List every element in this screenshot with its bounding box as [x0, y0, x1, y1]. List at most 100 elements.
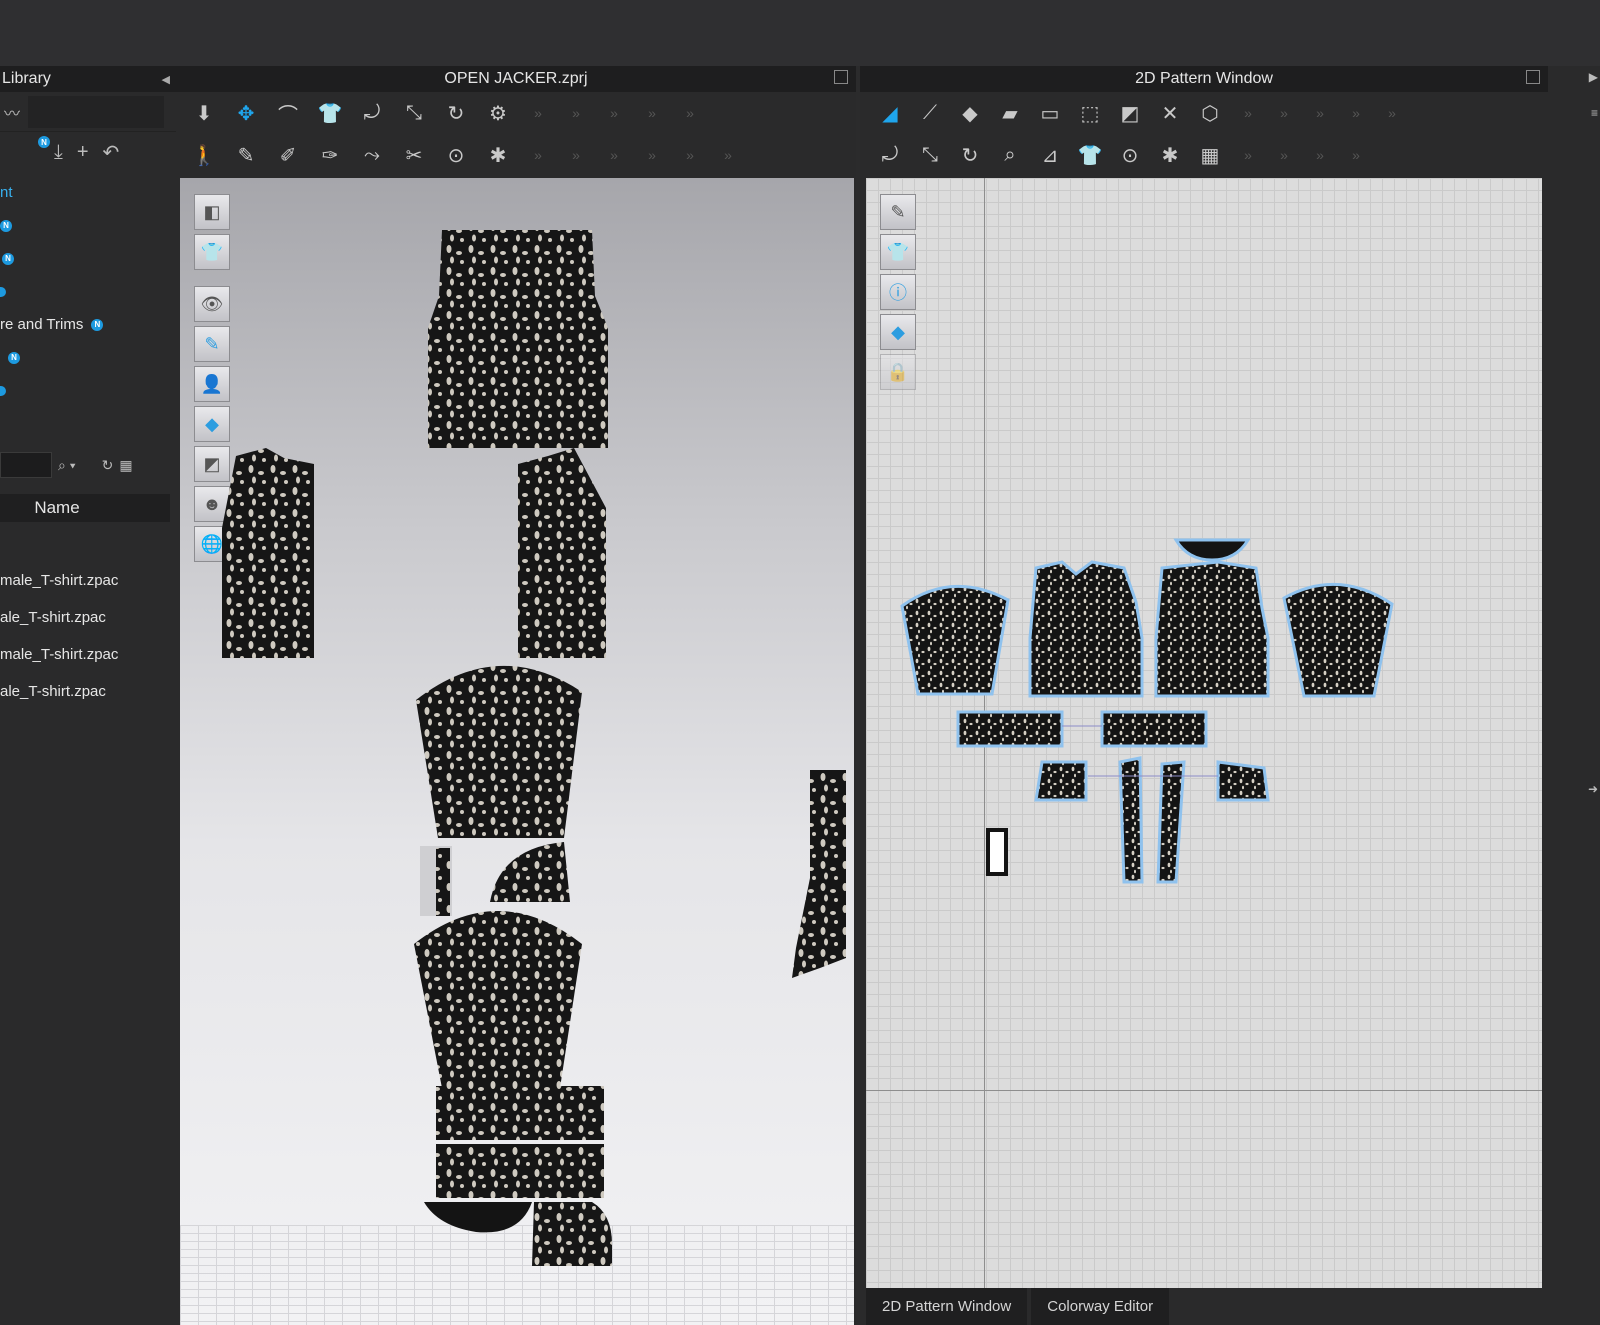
- edge-strip-piece[interactable]: [792, 770, 846, 978]
- transform-pattern-icon[interactable]: ◢: [874, 97, 906, 129]
- iron-icon[interactable]: ⊿: [1034, 139, 1066, 171]
- select-icon[interactable]: ⌒: [272, 97, 304, 129]
- list-item[interactable]: male_T-shirt.zpac: [0, 562, 176, 599]
- dart-icon[interactable]: ◩: [1114, 97, 1146, 129]
- refresh-icon[interactable]: ↻: [102, 457, 114, 474]
- more-icon[interactable]: »: [676, 147, 704, 163]
- tree-item[interactable]: N: [0, 242, 176, 275]
- more-icon[interactable]: »: [524, 147, 552, 163]
- left-front-piece[interactable]: [222, 448, 314, 658]
- label-pattern[interactable]: [986, 828, 1008, 876]
- tree-item[interactable]: [0, 275, 176, 308]
- library-path-field[interactable]: [28, 95, 165, 128]
- collapse-left-icon[interactable]: ◀: [162, 73, 170, 86]
- tab-2d-pattern-window[interactable]: 2D Pattern Window: [866, 1288, 1028, 1325]
- list-item[interactable]: ale_T-shirt.zpac: [0, 673, 176, 710]
- cuff-piece[interactable]: [532, 1202, 612, 1266]
- sewing-machine-icon[interactable]: ⚙: [482, 97, 514, 129]
- internal-rectangle-icon[interactable]: ⬚: [1074, 97, 1106, 129]
- more-icon[interactable]: »: [1270, 105, 1298, 121]
- name-column-header[interactable]: Name: [0, 494, 170, 522]
- sleeve-piece-lower[interactable]: [414, 911, 582, 1088]
- more-icon[interactable]: »: [638, 147, 666, 163]
- placket-pattern-right[interactable]: [1156, 760, 1186, 884]
- download-icon[interactable]: ⤓: [54, 141, 63, 164]
- list-item[interactable]: male_T-shirt.zpac: [0, 636, 176, 673]
- button-icon[interactable]: ⊙: [440, 139, 472, 171]
- more-icon[interactable]: »: [638, 105, 666, 121]
- pocket-pattern-right[interactable]: [1216, 760, 1270, 802]
- add-icon[interactable]: +: [77, 141, 89, 164]
- add-point-icon[interactable]: ◆: [954, 97, 986, 129]
- menu-icon[interactable]: ≡: [1591, 106, 1598, 120]
- pen-icon[interactable]: ✑: [314, 139, 346, 171]
- zoom-pattern-icon[interactable]: ⌕: [994, 139, 1026, 171]
- more-icon[interactable]: »: [600, 147, 628, 163]
- left-sleeve-pattern[interactable]: [900, 584, 1010, 696]
- brush-icon[interactable]: ✐: [272, 139, 304, 171]
- right-sleeve-pattern[interactable]: [1282, 582, 1394, 698]
- simulate-icon[interactable]: ⬇: [188, 97, 220, 129]
- waistband-pattern-right[interactable]: [1100, 710, 1208, 748]
- sleeve-piece-upper[interactable]: [416, 665, 582, 838]
- rectangle-icon[interactable]: ▭: [1034, 97, 1066, 129]
- collapse-right-icon[interactable]: ▶: [1589, 70, 1598, 84]
- pin-icon[interactable]: ✎: [230, 139, 262, 171]
- waistband-piece-2[interactable]: [436, 1144, 604, 1198]
- cut-icon[interactable]: ✕: [1154, 97, 1186, 129]
- pocket-pattern-left[interactable]: [1034, 760, 1088, 802]
- grid-view-icon[interactable]: ▦: [119, 457, 132, 474]
- more-icon[interactable]: »: [1378, 105, 1406, 121]
- tree-item[interactable]: [0, 374, 176, 407]
- polygon-icon[interactable]: ▰: [994, 97, 1026, 129]
- back-pattern[interactable]: [1154, 560, 1270, 698]
- tack-icon[interactable]: ⤡: [914, 139, 946, 171]
- waistband-piece-1[interactable]: [436, 1086, 604, 1140]
- more-icon[interactable]: »: [1306, 105, 1334, 121]
- popout-icon[interactable]: [1526, 70, 1540, 84]
- list-item[interactable]: ale_T-shirt.zpac: [0, 599, 176, 636]
- more-icon[interactable]: »: [1306, 147, 1334, 163]
- 3d-viewport[interactable]: ◧ 👕 👁 ✎ 👤 ◆ ◩ ☻ 🌐: [180, 178, 854, 1325]
- back-icon[interactable]: ↶: [103, 140, 120, 165]
- rotate-icon[interactable]: ↻: [954, 139, 986, 171]
- more-icon[interactable]: »: [524, 105, 552, 121]
- edit-point-icon[interactable]: ⟋: [914, 97, 946, 129]
- tree-item[interactable]: N: [0, 341, 176, 374]
- fold-icon[interactable]: ⬡: [1194, 97, 1226, 129]
- hanger-icon[interactable]: 〰: [4, 100, 20, 124]
- placket-pattern-left[interactable]: [1118, 756, 1144, 884]
- waistband-pattern-left[interactable]: [956, 710, 1064, 748]
- tree-item[interactable]: re and Trims N: [0, 308, 176, 341]
- fold-arrangement-icon[interactable]: ⤾: [356, 97, 388, 129]
- more-icon[interactable]: »: [714, 147, 742, 163]
- garment-icon[interactable]: 👕: [1074, 139, 1106, 171]
- avatar-pose-icon[interactable]: 🚶: [188, 139, 220, 171]
- more-icon[interactable]: »: [1342, 105, 1370, 121]
- more-icon[interactable]: »: [562, 105, 590, 121]
- back-bodice-piece[interactable]: [428, 230, 608, 448]
- checker-icon[interactable]: ▦: [1194, 139, 1226, 171]
- search-icon[interactable]: ⌕ ▾: [58, 457, 76, 474]
- line-icon[interactable]: ⤳: [356, 139, 388, 171]
- tree-item[interactable]: N: [0, 209, 176, 242]
- more-icon[interactable]: »: [600, 105, 628, 121]
- more-icon[interactable]: »: [1234, 105, 1262, 121]
- garment-icon[interactable]: 👕: [314, 97, 346, 129]
- library-search-input[interactable]: [0, 452, 52, 478]
- more-icon[interactable]: »: [562, 147, 590, 163]
- stitch-icon[interactable]: ✂: [398, 139, 430, 171]
- right-front-piece[interactable]: [518, 448, 606, 658]
- more-icon[interactable]: »: [676, 105, 704, 121]
- collar-piece[interactable]: [424, 1202, 532, 1233]
- front-pattern[interactable]: [1028, 560, 1144, 698]
- rotate-icon[interactable]: ↻: [440, 97, 472, 129]
- expand-right-icon[interactable]: ➜: [1588, 782, 1598, 796]
- tree-item[interactable]: nt: [0, 176, 176, 209]
- more-icon[interactable]: »: [1342, 147, 1370, 163]
- more-icon[interactable]: »: [1270, 147, 1298, 163]
- button-icon[interactable]: ⊙: [1114, 139, 1146, 171]
- tack-icon[interactable]: ⤡: [398, 97, 430, 129]
- arrange-icon[interactable]: ⤾: [874, 139, 906, 171]
- 2d-viewport[interactable]: ✎ 👕 ⓘ ◆ 🔒: [866, 178, 1542, 1288]
